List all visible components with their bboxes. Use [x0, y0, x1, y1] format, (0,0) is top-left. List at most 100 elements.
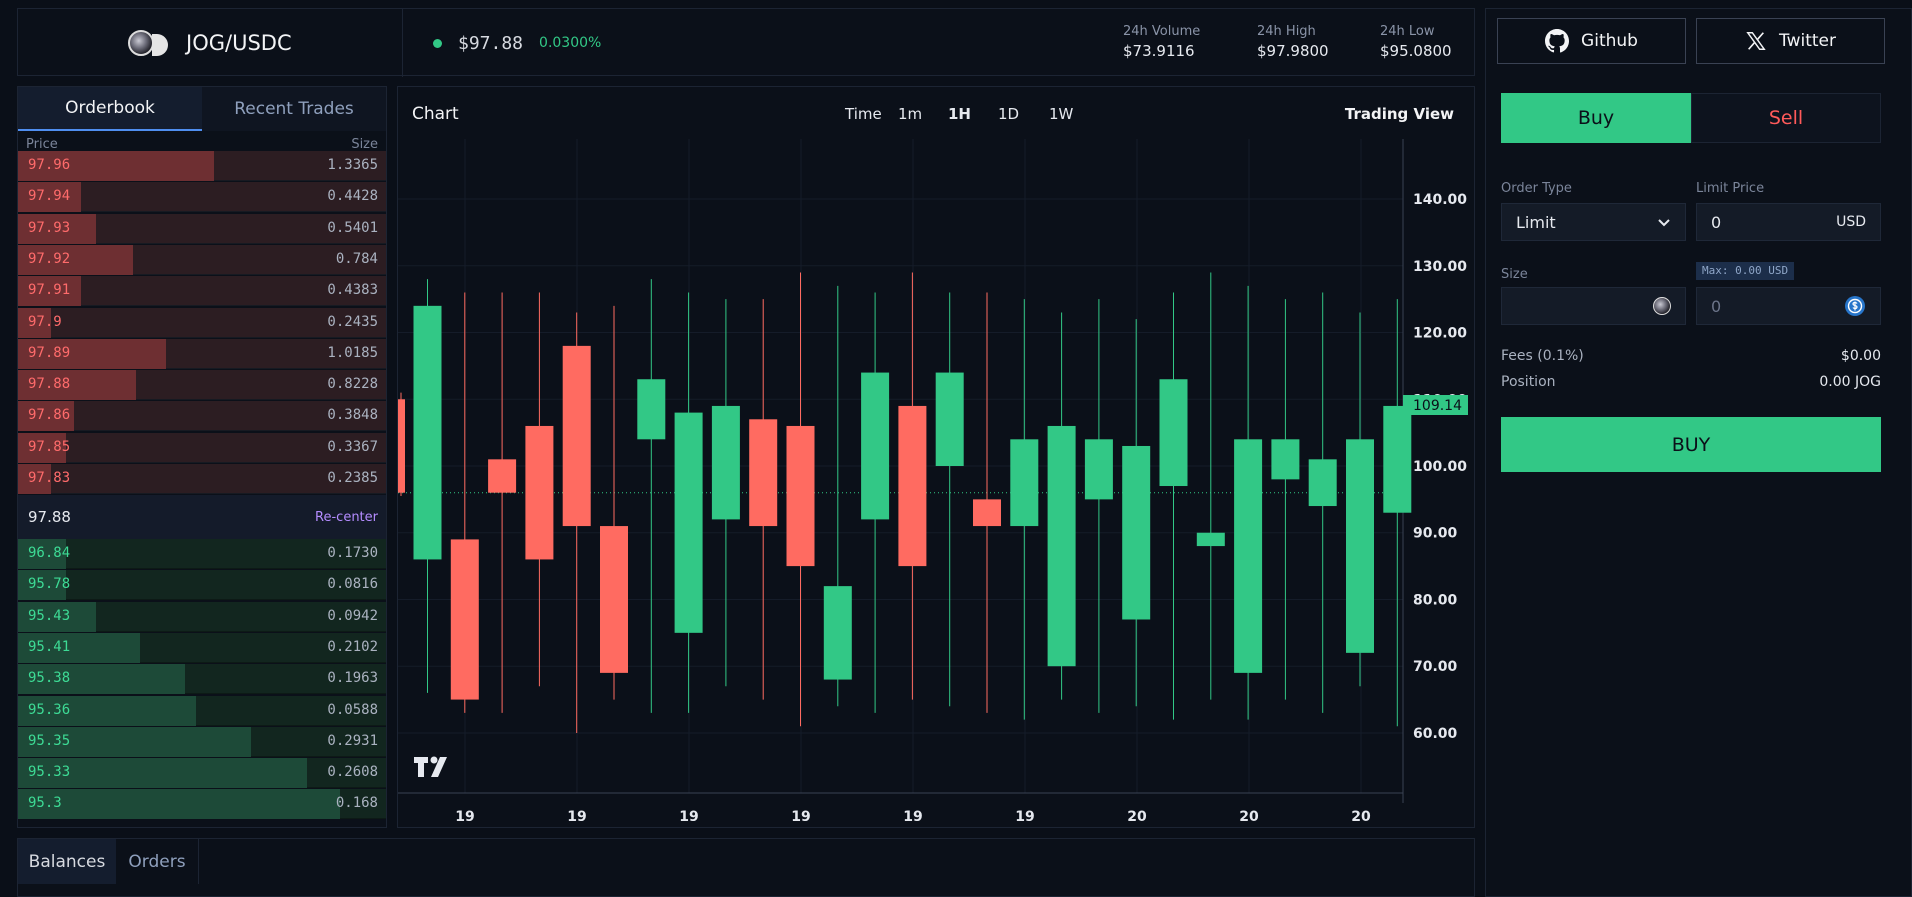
x-tick-label: 19 [567, 809, 586, 825]
bid-row[interactable]: 95.38 0.1963 [18, 664, 386, 695]
price-header: Price [26, 137, 58, 152]
fees-row: Fees (0.1%) $0.00 [1501, 348, 1881, 364]
recenter-button[interactable]: Re-center [315, 510, 378, 525]
timeframe-1w[interactable]: 1W [1049, 105, 1073, 123]
order-price: 97.93 [28, 219, 71, 236]
market-header: JOG/USDC $97.88 0.0300% 24h Volume $73.9… [17, 8, 1475, 77]
position-value: 0.00 JOG [1819, 374, 1881, 390]
buy-tab[interactable]: Buy [1501, 93, 1691, 143]
jog-token-icon [1653, 297, 1671, 315]
bid-row[interactable]: 95.3 0.168 [18, 789, 386, 820]
candle-down [488, 459, 517, 493]
stat-low: 24h Low $95.0800 [1380, 24, 1452, 60]
candle-up [1122, 445, 1151, 620]
order-price: 97.85 [28, 438, 71, 455]
ask-row[interactable]: 97.91 0.4383 [18, 276, 386, 307]
tab-balances[interactable]: Balances [18, 839, 116, 884]
chart-title: Chart [412, 104, 459, 124]
trading-view-link[interactable]: Trading View [1345, 105, 1454, 123]
candle-up [1196, 532, 1225, 547]
candle-up [935, 372, 964, 466]
candle-up [823, 586, 852, 680]
bid-row[interactable]: 95.35 0.2931 [18, 726, 386, 757]
order-price: 97.94 [28, 188, 71, 205]
x-tick-label: 19 [1015, 809, 1034, 825]
ask-row[interactable]: 97.86 0.3848 [18, 401, 386, 432]
candle-up [1010, 439, 1039, 527]
order-size: 1.3365 [327, 157, 378, 173]
ask-row[interactable]: 97.89 1.0185 [18, 338, 386, 369]
order-price: 95.33 [28, 764, 71, 781]
limit-price-input[interactable]: 0 USD [1696, 203, 1881, 241]
order-price: 97.83 [28, 470, 71, 486]
ask-row[interactable]: 97.96 1.3365 [18, 151, 386, 181]
github-label: Github [1581, 31, 1638, 51]
bid-row[interactable]: 95.43 0.0942 [18, 601, 386, 632]
twitter-button[interactable]: Twitter [1696, 18, 1885, 64]
candle-down [450, 539, 479, 700]
timeframe-1d[interactable]: 1D [998, 105, 1019, 123]
order-size: 0.168 [335, 795, 378, 812]
bid-row[interactable]: 95.41 0.2102 [18, 632, 386, 663]
stat-label: 24h Volume [1123, 24, 1201, 39]
order-size: 0.784 [335, 250, 378, 267]
bid-row[interactable]: 96.84 0.1730 [18, 539, 386, 569]
candle-up [1234, 439, 1263, 673]
y-tick-label: 70.00 [1413, 659, 1458, 675]
candle-up [1084, 439, 1113, 500]
sell-tab[interactable]: Sell [1691, 93, 1881, 143]
timeframe-label: Time [845, 105, 882, 123]
order-type-label: Order Type [1501, 181, 1572, 196]
depth-bar [18, 789, 340, 820]
ask-row[interactable]: 97.93 0.5401 [18, 213, 386, 244]
order-type-select[interactable]: Limit [1501, 203, 1686, 241]
x-tick-label: 20 [1351, 809, 1371, 825]
ask-row[interactable]: 97.92 0.784 [18, 244, 386, 275]
candle-down [562, 345, 591, 527]
limit-price-label: Limit Price [1696, 181, 1765, 196]
candle-down [749, 419, 778, 527]
bid-row[interactable]: 95.78 0.0816 [18, 570, 386, 601]
usdc-icon [1845, 296, 1865, 316]
tab-recent-trades[interactable]: Recent Trades [202, 87, 386, 131]
candlestick-chart[interactable]: 140.00130.00120.00110.00100.0090.0080.00… [398, 87, 1476, 829]
order-size: 0.0816 [327, 576, 378, 593]
limit-price-unit: USD [1836, 214, 1866, 230]
position-row: Position 0.00 JOG [1501, 374, 1881, 390]
tab-orders[interactable]: Orders [116, 839, 199, 884]
candle-down [525, 425, 554, 560]
bid-row[interactable]: 95.36 0.0588 [18, 695, 386, 726]
timeframe-1m[interactable]: 1m [898, 105, 922, 123]
y-tick-label: 90.00 [1413, 526, 1458, 542]
ask-row[interactable]: 97.94 0.4428 [18, 182, 386, 213]
orderbook-panel: Orderbook Recent Trades Price Size 97.96… [17, 86, 387, 828]
mid-price: 97.88 [28, 508, 71, 526]
candle-down [786, 425, 815, 567]
twitter-label: Twitter [1779, 31, 1836, 51]
ask-row[interactable]: 97.83 0.2385 [18, 464, 386, 494]
ask-row[interactable]: 97.9 0.2435 [18, 307, 386, 338]
y-tick-label: 140.00 [1413, 192, 1467, 208]
github-icon [1545, 29, 1570, 53]
x-tick-label: 20 [1239, 809, 1259, 825]
ask-row[interactable]: 97.85 0.3367 [18, 432, 386, 463]
header-divider [402, 9, 403, 77]
submit-buy-button[interactable]: BUY [1501, 417, 1881, 472]
timeframe-1h[interactable]: 1H [948, 105, 971, 123]
ask-row[interactable]: 97.88 0.8228 [18, 370, 386, 401]
mid-price-row: 97.88 Re-center [18, 495, 386, 539]
pair-selector[interactable]: JOG/USDC [128, 9, 292, 77]
y-tick-label: 130.00 [1413, 259, 1467, 275]
fees-value: $0.00 [1840, 348, 1881, 364]
candle-down [973, 499, 1001, 527]
size-usdc-input[interactable]: 0 [1696, 287, 1881, 325]
size-jog-input[interactable] [1501, 287, 1686, 325]
order-price: 95.36 [28, 701, 71, 718]
x-icon [1746, 32, 1766, 50]
bid-row[interactable]: 95.33 0.2608 [18, 758, 386, 789]
github-button[interactable]: Github [1497, 18, 1686, 64]
order-price: 97.96 [28, 157, 71, 173]
order-size: 0.1730 [327, 545, 378, 561]
stat-high: 24h High $97.9800 [1257, 24, 1329, 60]
tab-orderbook[interactable]: Orderbook [18, 87, 202, 131]
